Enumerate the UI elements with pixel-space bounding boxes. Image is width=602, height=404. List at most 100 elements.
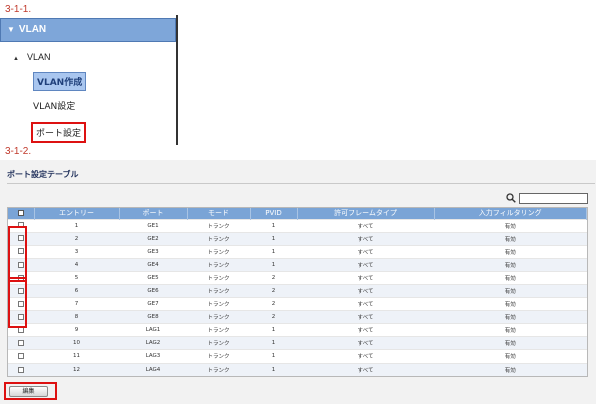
cell-pvid: 1 bbox=[250, 336, 297, 350]
menu-group-label: VLAN bbox=[26, 52, 51, 62]
cell-filtering: 有効 bbox=[434, 257, 587, 272]
cell-frame-type: すべて bbox=[297, 231, 434, 246]
cell-port: GE6 bbox=[119, 283, 187, 298]
cell-entry: 11 bbox=[34, 349, 119, 364]
cell-filtering: 有効 bbox=[434, 323, 587, 337]
cell-pvid: 2 bbox=[250, 283, 297, 298]
cell-filtering: 有効 bbox=[434, 297, 587, 311]
cell-entry: 5 bbox=[34, 270, 119, 285]
column-header-frame-type: 許可フレームタイプ bbox=[297, 208, 435, 219]
cell-filtering: 有効 bbox=[434, 362, 587, 377]
table-row[interactable]: 3 GE3 トランク 1 すべて 有効 bbox=[8, 244, 587, 259]
cell-pvid: 1 bbox=[250, 323, 297, 337]
cell-filtering: 有効 bbox=[434, 270, 587, 285]
row-select-cell bbox=[8, 349, 34, 364]
cell-frame-type: すべて bbox=[297, 283, 434, 298]
table-row[interactable]: 5 GE5 トランク 2 すべて 有効 bbox=[8, 270, 587, 285]
cell-port: GE2 bbox=[119, 231, 187, 246]
menu-item-vlan-create[interactable]: VLAN作成 bbox=[33, 72, 87, 91]
menu-header-label: VLAN bbox=[18, 24, 47, 35]
cell-mode: トランク bbox=[187, 257, 250, 272]
table-header-row: エントリー ポート モード PVID 許可フレームタイプ 入力フィルタリング bbox=[8, 208, 587, 219]
cell-port: GE4 bbox=[119, 257, 187, 272]
cell-pvid: 1 bbox=[250, 362, 297, 377]
cell-filtering: 有効 bbox=[434, 310, 587, 324]
cell-pvid: 2 bbox=[250, 310, 297, 324]
cell-mode: トランク bbox=[187, 310, 250, 324]
table-row[interactable]: 8 GE8 トランク 2 すべて 有効 bbox=[8, 310, 587, 324]
table-row[interactable]: 11 LAG3 トランク 1 すべて 有効 bbox=[8, 349, 587, 364]
cell-port: GE7 bbox=[119, 297, 187, 311]
cell-port: GE5 bbox=[119, 270, 187, 285]
menu-group-vlan[interactable]: ▲ VLAN bbox=[13, 52, 50, 62]
cell-pvid: 1 bbox=[250, 231, 297, 246]
cell-frame-type: すべて bbox=[297, 349, 434, 364]
row-select-cell bbox=[8, 336, 34, 350]
cell-entry: 12 bbox=[34, 362, 119, 377]
cell-filtering: 有効 bbox=[434, 218, 587, 233]
cell-entry: 7 bbox=[34, 297, 119, 311]
table-row[interactable]: 7 GE7 トランク 2 すべて 有効 bbox=[8, 297, 587, 311]
cell-frame-type: すべて bbox=[297, 336, 434, 350]
cell-port: GE3 bbox=[119, 244, 187, 259]
port-table: エントリー ポート モード PVID 許可フレームタイプ 入力フィルタリング 1… bbox=[7, 207, 588, 378]
cell-mode: トランク bbox=[187, 283, 250, 298]
menu-header-vlan[interactable]: ▼ VLAN bbox=[0, 18, 176, 42]
cell-mode: トランク bbox=[187, 362, 250, 377]
step-label-1: 3-1-1. bbox=[5, 4, 32, 15]
cell-port: GE1 bbox=[119, 218, 187, 233]
highlight-box-rows-1-4 bbox=[8, 226, 27, 282]
table-row[interactable]: 2 GE2 トランク 1 すべて 有効 bbox=[8, 231, 587, 246]
cell-port: GE8 bbox=[119, 310, 187, 324]
cell-filtering: 有効 bbox=[434, 231, 587, 246]
highlight-box-edit bbox=[4, 382, 57, 400]
cell-frame-type: すべて bbox=[297, 323, 434, 337]
title-divider bbox=[7, 183, 595, 184]
triangle-up-icon: ▲ bbox=[13, 56, 19, 62]
column-header-ingress-filtering: 入力フィルタリング bbox=[434, 208, 587, 219]
column-header-entry: エントリー bbox=[34, 208, 120, 219]
step-label-2: 3-1-2. bbox=[5, 146, 32, 157]
cell-mode: トランク bbox=[187, 323, 250, 337]
search-input[interactable] bbox=[519, 193, 588, 204]
menu-item-vlan-setting[interactable]: VLAN設定 bbox=[33, 99, 75, 112]
cell-port: LAG2 bbox=[119, 336, 187, 350]
column-header-mode: モード bbox=[187, 208, 251, 219]
row-select-cell bbox=[8, 362, 34, 377]
highlight-box-rows-5-8 bbox=[8, 277, 27, 328]
cell-frame-type: すべて bbox=[297, 270, 434, 285]
cell-filtering: 有効 bbox=[434, 349, 587, 364]
table-row[interactable]: 4 GE4 トランク 1 すべて 有効 bbox=[8, 257, 587, 272]
cell-entry: 6 bbox=[34, 283, 119, 298]
row-checkbox[interactable] bbox=[18, 353, 24, 360]
table-row[interactable]: 12 LAG4 トランク 1 すべて 有効 bbox=[8, 362, 587, 377]
column-header-pvid: PVID bbox=[250, 208, 298, 219]
cell-frame-type: すべて bbox=[297, 297, 434, 311]
row-checkbox[interactable] bbox=[18, 366, 24, 373]
cell-entry: 1 bbox=[34, 218, 119, 233]
search-icon[interactable] bbox=[506, 193, 516, 203]
cell-entry: 10 bbox=[34, 336, 119, 350]
table-row[interactable]: 10 LAG2 トランク 1 すべて 有効 bbox=[8, 336, 587, 350]
port-settings-panel: ポート設定テーブル エントリー ポート モード PVID 許可フレームタイプ 入… bbox=[0, 160, 596, 404]
cell-filtering: 有効 bbox=[434, 283, 587, 298]
cell-frame-type: すべて bbox=[297, 310, 434, 324]
table-row[interactable]: 1 GE1 トランク 1 すべて 有効 bbox=[8, 218, 587, 233]
panel-title: ポート設定テーブル bbox=[7, 170, 79, 179]
cell-mode: トランク bbox=[187, 270, 250, 285]
cell-mode: トランク bbox=[187, 297, 250, 311]
cell-pvid: 2 bbox=[250, 270, 297, 285]
row-checkbox[interactable] bbox=[18, 340, 24, 347]
cell-port: LAG3 bbox=[119, 349, 187, 364]
table-row[interactable]: 9 LAG1 トランク 1 すべて 有効 bbox=[8, 323, 587, 337]
navigation-menu: ▼ VLAN ▲ VLAN VLAN作成 VLAN設定 ポート設定 bbox=[0, 15, 178, 145]
select-all-checkbox[interactable] bbox=[17, 210, 24, 217]
cell-mode: トランク bbox=[187, 349, 250, 364]
menu-item-port-setting[interactable]: ポート設定 bbox=[31, 122, 87, 143]
cell-mode: トランク bbox=[187, 218, 250, 233]
cell-frame-type: すべて bbox=[297, 244, 434, 259]
cell-entry: 9 bbox=[34, 323, 119, 337]
table-row[interactable]: 6 GE6 トランク 2 すべて 有効 bbox=[8, 283, 587, 298]
cell-pvid: 1 bbox=[250, 349, 297, 364]
cell-port: LAG1 bbox=[119, 323, 187, 337]
